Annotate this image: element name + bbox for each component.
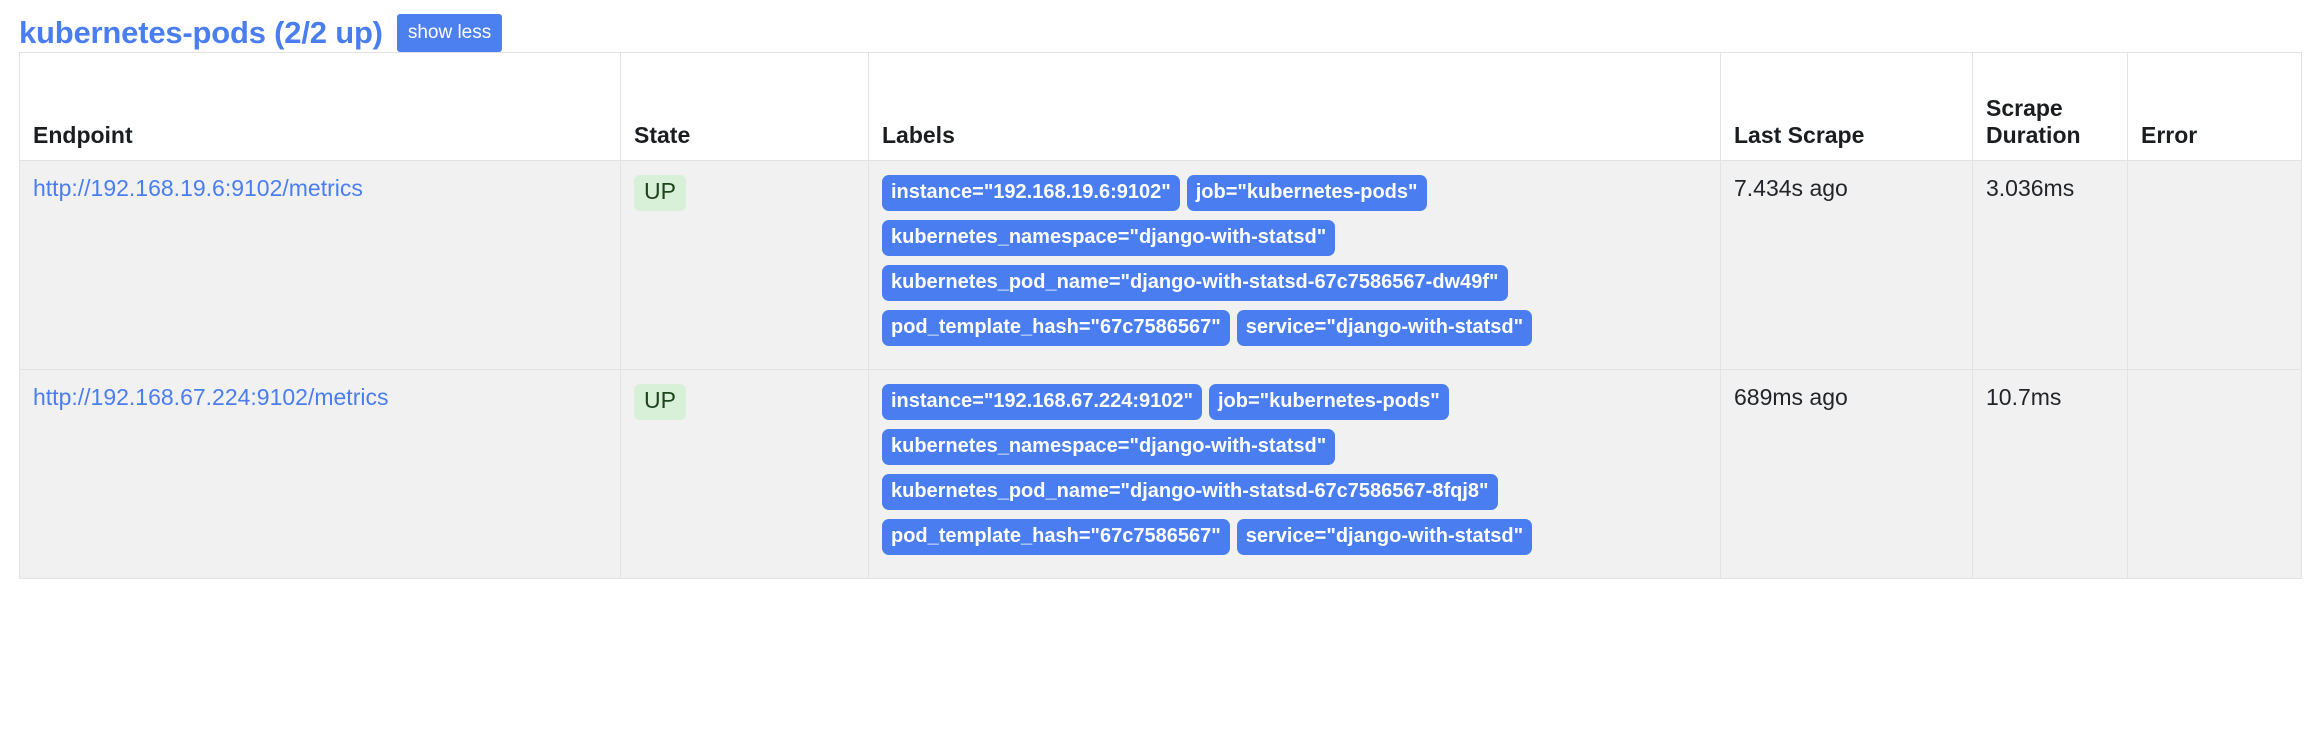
labels-cell: instance="192.168.19.6:9102" job="kuberne… (868, 160, 1721, 370)
label-badge[interactable]: kubernetes_pod_name="django-with-statsd-… (882, 474, 1498, 510)
column-header-state: State (620, 52, 869, 161)
label-badge[interactable]: kubernetes_namespace="django-with-statsd… (882, 220, 1336, 256)
status-badge: UP (634, 384, 686, 420)
table-body: http://192.168.19.6:9102/metrics UP instan… (19, 160, 2302, 579)
status-badge: UP (634, 175, 686, 211)
last-scrape-cell: 689ms ago (1720, 369, 1973, 579)
column-header-error: Error (2127, 52, 2302, 161)
last-scrape-cell: 7.434s ago (1720, 160, 1973, 370)
labels-cell: instance="192.168.67.224:9102" job="kuber… (868, 369, 1721, 579)
targets-table-wrap: Endpoint State Labels Last Scrape Scrape… (0, 52, 2320, 579)
endpoint-link[interactable]: http://192.168.67.224:9102/metrics (33, 384, 388, 410)
endpoint-cell: http://192.168.67.224:9102/metrics (19, 369, 621, 579)
table-head: Endpoint State Labels Last Scrape Scrape… (19, 52, 2302, 161)
show-less-button[interactable]: show less (396, 14, 503, 52)
label-badge[interactable]: kubernetes_pod_name="django-with-statsd-… (882, 265, 1508, 301)
column-header-labels: Labels (868, 52, 1721, 161)
label-badge[interactable]: pod_template_hash="67c7586567" (882, 519, 1230, 555)
column-header-scrape-duration: Scrape Duration (1972, 52, 2128, 161)
table-header-row: Endpoint State Labels Last Scrape Scrape… (19, 52, 2302, 161)
state-cell: UP (620, 369, 869, 579)
label-badge[interactable]: instance="192.168.19.6:9102" (882, 175, 1180, 211)
column-header-endpoint: Endpoint (19, 52, 621, 161)
label-badge[interactable]: kubernetes_namespace="django-with-statsd… (882, 429, 1336, 465)
job-header: kubernetes-pods (2/2 up) show less (0, 0, 2320, 52)
endpoint-link[interactable]: http://192.168.19.6:9102/metrics (33, 175, 363, 201)
job-title: kubernetes-pods (2/2 up) (19, 15, 383, 50)
error-cell (2127, 160, 2302, 370)
label-badge[interactable]: instance="192.168.67.224:9102" (882, 384, 1202, 420)
label-badge[interactable]: service="django-with-statsd" (1236, 310, 1533, 346)
error-cell (2127, 369, 2302, 579)
table-row: http://192.168.19.6:9102/metrics UP instan… (19, 160, 2302, 370)
table-row: http://192.168.67.224:9102/metrics UP inst… (19, 369, 2302, 579)
endpoint-cell: http://192.168.19.6:9102/metrics (19, 160, 621, 370)
label-badge[interactable]: service="django-with-statsd" (1236, 519, 1533, 555)
state-cell: UP (620, 160, 869, 370)
label-badge[interactable]: job="kubernetes-pods" (1186, 175, 1427, 211)
scrape-duration-cell: 3.036ms (1972, 160, 2128, 370)
scrape-duration-cell: 10.7ms (1972, 369, 2128, 579)
column-header-last-scrape: Last Scrape (1720, 52, 1973, 161)
label-badge[interactable]: pod_template_hash="67c7586567" (882, 310, 1230, 346)
label-badge[interactable]: job="kubernetes-pods" (1208, 384, 1449, 420)
targets-table: Endpoint State Labels Last Scrape Scrape… (19, 52, 2302, 579)
